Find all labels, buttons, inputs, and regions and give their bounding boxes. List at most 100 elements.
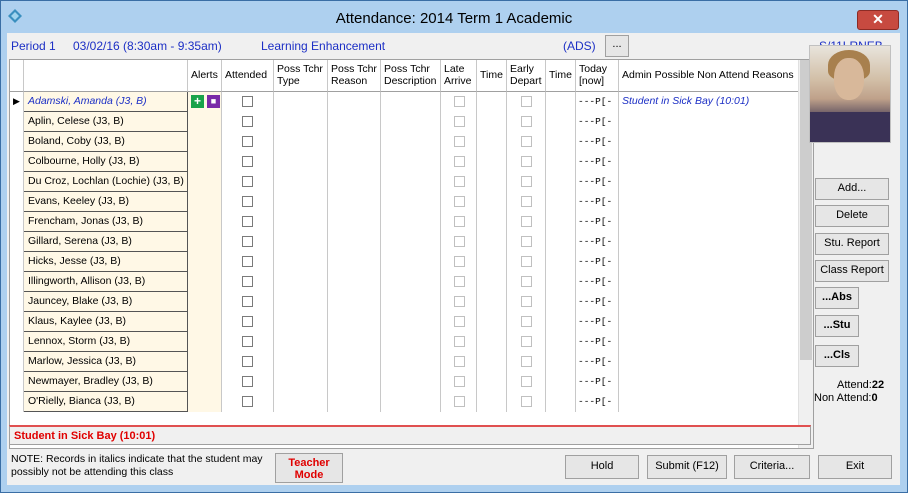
table-row[interactable]: Jauncey, Blake (J3, B) ---P[-: [10, 292, 813, 312]
row-indicator: [10, 152, 24, 172]
student-button[interactable]: ...Stu: [815, 315, 859, 337]
today-cell: ---P[-: [576, 252, 619, 272]
late-arrive-cell: [441, 332, 477, 352]
exit-button[interactable]: Exit: [818, 455, 892, 479]
attended-checkbox[interactable]: [242, 96, 253, 107]
late-arrive-checkbox[interactable]: [454, 216, 465, 227]
early-depart-checkbox[interactable]: [521, 136, 532, 147]
attended-checkbox[interactable]: [242, 276, 253, 287]
early-depart-cell: [507, 232, 546, 252]
class-button[interactable]: ...Cls: [815, 345, 859, 367]
late-arrive-checkbox[interactable]: [454, 236, 465, 247]
delete-button[interactable]: Delete: [815, 205, 889, 227]
medical-alert-icon[interactable]: +: [191, 95, 204, 108]
student-name: O'Rielly, Bianca (J3, B): [24, 392, 188, 412]
name-column-header: [24, 60, 188, 92]
early-depart-checkbox[interactable]: [521, 356, 532, 367]
early-depart-checkbox[interactable]: [521, 316, 532, 327]
table-row[interactable]: Evans, Keeley (J3, B) ---P[-: [10, 192, 813, 212]
student-name: Frencham, Jonas (J3, B): [24, 212, 188, 232]
col-alerts[interactable]: Alerts: [188, 60, 222, 92]
early-depart-checkbox[interactable]: [521, 276, 532, 287]
late-arrive-checkbox[interactable]: [454, 316, 465, 327]
early-depart-checkbox[interactable]: [521, 176, 532, 187]
early-depart-checkbox[interactable]: [521, 216, 532, 227]
table-row[interactable]: Klaus, Kaylee (J3, B) ---P[-: [10, 312, 813, 332]
attended-checkbox[interactable]: [242, 356, 253, 367]
attended-checkbox[interactable]: [242, 156, 253, 167]
notes-alert-icon[interactable]: ■: [207, 95, 220, 108]
late-arrive-checkbox[interactable]: [454, 356, 465, 367]
early-depart-checkbox[interactable]: [521, 116, 532, 127]
col-poss-tchr-type[interactable]: Poss Tchr Type: [274, 60, 328, 92]
late-arrive-checkbox[interactable]: [454, 156, 465, 167]
attended-checkbox[interactable]: [242, 336, 253, 347]
attended-checkbox[interactable]: [242, 136, 253, 147]
late-arrive-checkbox[interactable]: [454, 116, 465, 127]
col-today[interactable]: Today [now]: [576, 60, 619, 92]
col-poss-tchr-reason[interactable]: Poss Tchr Reason: [328, 60, 381, 92]
late-arrive-checkbox[interactable]: [454, 276, 465, 287]
close-button[interactable]: ✕: [857, 10, 899, 30]
table-row[interactable]: Newmayer, Bradley (J3, B) ---P[-: [10, 372, 813, 392]
late-arrive-checkbox[interactable]: [454, 196, 465, 207]
attended-checkbox[interactable]: [242, 196, 253, 207]
col-late-arrive[interactable]: Late Arrive: [441, 60, 477, 92]
table-row[interactable]: Aplin, Celese (J3, B) ---P[-: [10, 112, 813, 132]
col-early-depart[interactable]: Early Depart: [507, 60, 546, 92]
table-row[interactable]: Du Croz, Lochlan (Lochie) (J3, B) ---P[-: [10, 172, 813, 192]
early-depart-checkbox[interactable]: [521, 256, 532, 267]
col-time-late[interactable]: Time: [477, 60, 507, 92]
table-row[interactable]: O'Rielly, Bianca (J3, B) ---P[-: [10, 392, 813, 412]
col-attended[interactable]: Attended: [222, 60, 274, 92]
late-arrive-checkbox[interactable]: [454, 176, 465, 187]
table-row[interactable]: Frencham, Jonas (J3, B) ---P[-: [10, 212, 813, 232]
col-admin-reasons[interactable]: Admin Possible Non Attend Reasons: [619, 60, 799, 92]
attended-checkbox[interactable]: [242, 236, 253, 247]
early-depart-checkbox[interactable]: [521, 376, 532, 387]
attended-checkbox[interactable]: [242, 116, 253, 127]
add-button[interactable]: Add...: [815, 178, 889, 200]
attended-checkbox[interactable]: [242, 396, 253, 407]
table-row[interactable]: Lennox, Storm (J3, B) ---P[-: [10, 332, 813, 352]
early-depart-checkbox[interactable]: [521, 196, 532, 207]
early-depart-checkbox[interactable]: [521, 236, 532, 247]
table-row[interactable]: Gillard, Serena (J3, B) ---P[-: [10, 232, 813, 252]
absences-button[interactable]: ...Abs: [815, 287, 859, 309]
attended-checkbox[interactable]: [242, 216, 253, 227]
late-arrive-checkbox[interactable]: [454, 296, 465, 307]
table-row[interactable]: ▶ Adamski, Amanda (J3, B) + ■ ---P[- Student …: [10, 92, 813, 112]
table-row[interactable]: Hicks, Jesse (J3, B) ---P[-: [10, 252, 813, 272]
attended-checkbox[interactable]: [242, 316, 253, 327]
late-arrive-checkbox[interactable]: [454, 256, 465, 267]
student-photo: [809, 45, 891, 143]
early-depart-checkbox[interactable]: [521, 336, 532, 347]
attended-checkbox[interactable]: [242, 256, 253, 267]
late-arrive-checkbox[interactable]: [454, 396, 465, 407]
student-report-button[interactable]: Stu. Report: [815, 233, 889, 255]
class-report-button[interactable]: Class Report: [815, 260, 889, 282]
hold-button[interactable]: Hold: [565, 455, 639, 479]
late-arrive-checkbox[interactable]: [454, 336, 465, 347]
more-info-button[interactable]: ...: [605, 35, 629, 57]
table-row[interactable]: Illingworth, Allison (J3, B) ---P[-: [10, 272, 813, 292]
submit-button[interactable]: Submit (F12): [647, 455, 727, 479]
col-poss-tchr-description[interactable]: Poss Tchr Description: [381, 60, 441, 92]
col-time-early[interactable]: Time: [546, 60, 576, 92]
early-depart-checkbox[interactable]: [521, 296, 532, 307]
table-row[interactable]: Colbourne, Holly (J3, B) ---P[-: [10, 152, 813, 172]
late-arrive-checkbox[interactable]: [454, 96, 465, 107]
attended-checkbox[interactable]: [242, 176, 253, 187]
attended-checkbox[interactable]: [242, 296, 253, 307]
early-depart-checkbox[interactable]: [521, 96, 532, 107]
table-row[interactable]: Marlow, Jessica (J3, B) ---P[-: [10, 352, 813, 372]
late-arrive-checkbox[interactable]: [454, 136, 465, 147]
late-arrive-checkbox[interactable]: [454, 376, 465, 387]
table-row[interactable]: Boland, Coby (J3, B) ---P[-: [10, 132, 813, 152]
teacher-mode-button[interactable]: Teacher Mode: [275, 453, 343, 483]
early-depart-checkbox[interactable]: [521, 396, 532, 407]
early-depart-checkbox[interactable]: [521, 156, 532, 167]
student-name: Newmayer, Bradley (J3, B): [24, 372, 188, 392]
attended-checkbox[interactable]: [242, 376, 253, 387]
criteria-button[interactable]: Criteria...: [734, 455, 810, 479]
